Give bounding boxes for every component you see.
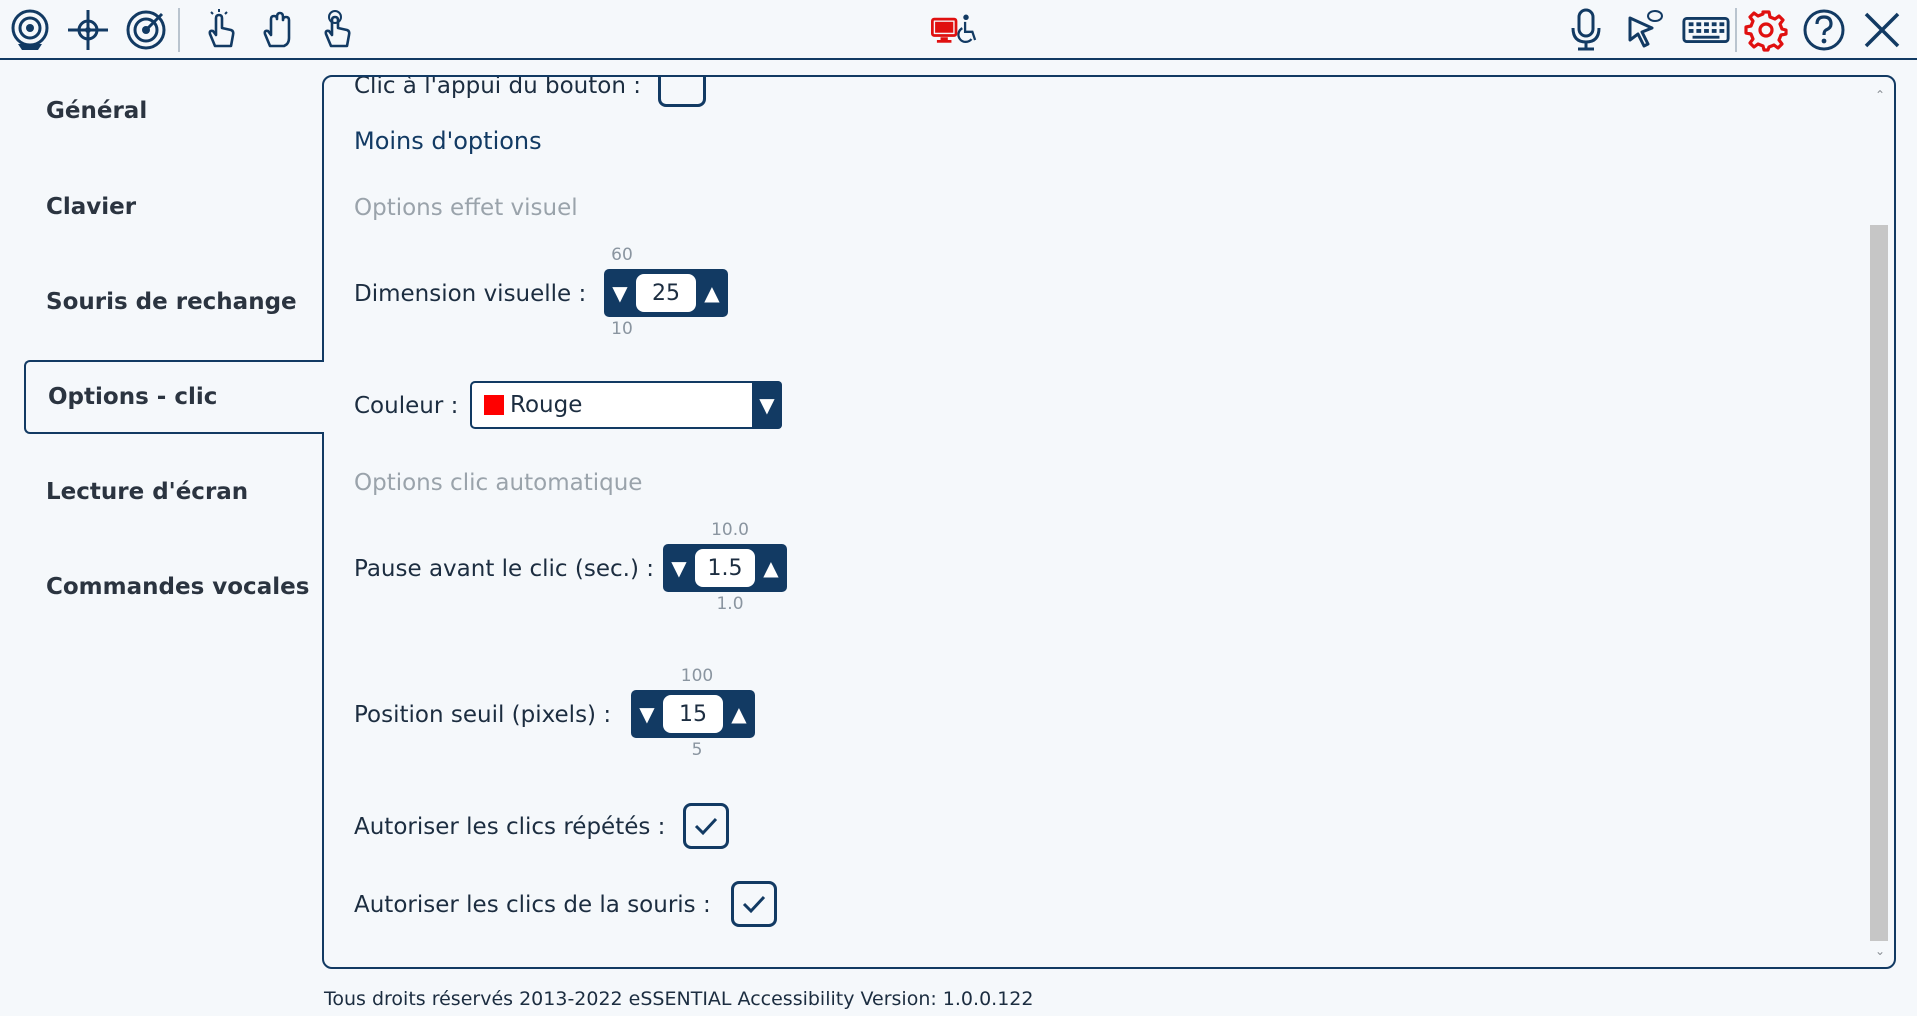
checkmark-icon bbox=[742, 895, 766, 914]
chevron-down-icon[interactable]: ▼ bbox=[752, 381, 782, 429]
pause-stepper: ▼ 1.5 ▲ bbox=[663, 544, 787, 592]
checkmark-icon bbox=[694, 817, 718, 836]
pause-value[interactable]: 1.5 bbox=[695, 549, 755, 587]
mouse-clicks-checkbox[interactable] bbox=[731, 881, 777, 927]
pause-decrease-button[interactable]: ▼ bbox=[663, 544, 695, 592]
sidebar-item-souris-de-rechange[interactable]: Souris de rechange bbox=[24, 265, 324, 339]
sidebar-item-options-clic[interactable]: Options - clic bbox=[24, 360, 324, 434]
visual-dimension-decrease-button[interactable]: ▼ bbox=[604, 269, 636, 317]
color-select-value: Rouge bbox=[510, 392, 583, 418]
crosshair-icon[interactable] bbox=[64, 6, 112, 54]
sidebar-item-commandes-vocales[interactable]: Commandes vocales bbox=[24, 550, 324, 624]
settings-sidebar: Général Clavier Souris de rechange Optio… bbox=[0, 62, 324, 962]
threshold-label: Position seuil (pixels) : bbox=[354, 702, 612, 728]
threshold-min: 5 bbox=[691, 740, 703, 760]
pause-before-click-label: Pause avant le clic (sec.) : bbox=[354, 556, 654, 582]
sidebar-item-clavier[interactable]: Clavier bbox=[24, 170, 324, 244]
top-toolbar bbox=[0, 0, 1917, 60]
pause-min: 1.0 bbox=[716, 594, 744, 614]
sidebar-item-lecture-ecran[interactable]: Lecture d'écran bbox=[24, 455, 324, 529]
repeat-clicks-label: Autoriser les clics répétés : bbox=[354, 814, 666, 840]
threshold-stepper: ▼ 15 ▲ bbox=[631, 690, 755, 738]
camera-icon[interactable] bbox=[6, 6, 54, 54]
scroll-down-arrow-icon[interactable]: ⌄ bbox=[1872, 943, 1888, 959]
color-select[interactable]: Rouge ▼ bbox=[470, 381, 782, 429]
tap-hand-icon[interactable] bbox=[196, 6, 244, 54]
clip-on-button-label: Clic à l'appui du bouton : bbox=[354, 75, 641, 99]
target-icon[interactable] bbox=[122, 6, 170, 54]
press-hand-icon[interactable] bbox=[312, 6, 360, 54]
toolbar-separator bbox=[1735, 8, 1737, 52]
keyboard-icon[interactable] bbox=[1678, 6, 1734, 54]
close-icon[interactable] bbox=[1858, 6, 1906, 54]
visual-effect-section-title: Options effet visuel bbox=[354, 195, 578, 221]
less-options-link[interactable]: Moins d'options bbox=[354, 127, 542, 155]
scroll-up-arrow-icon[interactable]: ⌃ bbox=[1872, 87, 1888, 103]
options-panel: ⌃ ⌄ Clic à l'appui du bouton : Moins d'o… bbox=[322, 75, 1896, 969]
visual-dimension-label: Dimension visuelle : bbox=[354, 281, 587, 307]
threshold-max: 100 bbox=[680, 666, 714, 686]
visual-dimension-min: 10 bbox=[611, 319, 633, 339]
auto-click-section-title: Options clic automatique bbox=[354, 470, 643, 496]
color-label: Couleur : bbox=[354, 393, 459, 419]
footer-copyright: Tous droits réservés 2013-2022 eSSENTIAL… bbox=[324, 988, 1034, 1010]
visual-dimension-stepper: ▼ 25 ▲ bbox=[604, 269, 728, 317]
sidebar-item-general[interactable]: Général bbox=[24, 74, 324, 148]
toolbar-separator bbox=[178, 8, 180, 52]
help-icon[interactable] bbox=[1800, 6, 1848, 54]
repeat-clicks-checkbox[interactable] bbox=[683, 803, 729, 849]
visual-dimension-increase-button[interactable]: ▲ bbox=[696, 269, 728, 317]
threshold-value[interactable]: 15 bbox=[663, 695, 723, 733]
visual-dimension-value[interactable]: 25 bbox=[636, 274, 696, 312]
gear-icon[interactable] bbox=[1742, 6, 1790, 54]
color-swatch bbox=[484, 395, 504, 415]
threshold-decrease-button[interactable]: ▼ bbox=[631, 690, 663, 738]
open-hand-icon[interactable] bbox=[254, 6, 302, 54]
clip-on-button-checkbox[interactable] bbox=[658, 77, 706, 107]
cursor-chat-icon[interactable] bbox=[1620, 6, 1668, 54]
pause-max: 10.0 bbox=[711, 520, 749, 540]
pause-increase-button[interactable]: ▲ bbox=[755, 544, 787, 592]
threshold-increase-button[interactable]: ▲ bbox=[723, 690, 755, 738]
scrollbar[interactable] bbox=[1870, 225, 1888, 941]
microphone-icon[interactable] bbox=[1562, 6, 1610, 54]
mouse-clicks-label: Autoriser les clics de la souris : bbox=[354, 892, 711, 918]
accessibility-monitor-icon bbox=[926, 6, 986, 54]
visual-dimension-max: 60 bbox=[611, 245, 633, 265]
